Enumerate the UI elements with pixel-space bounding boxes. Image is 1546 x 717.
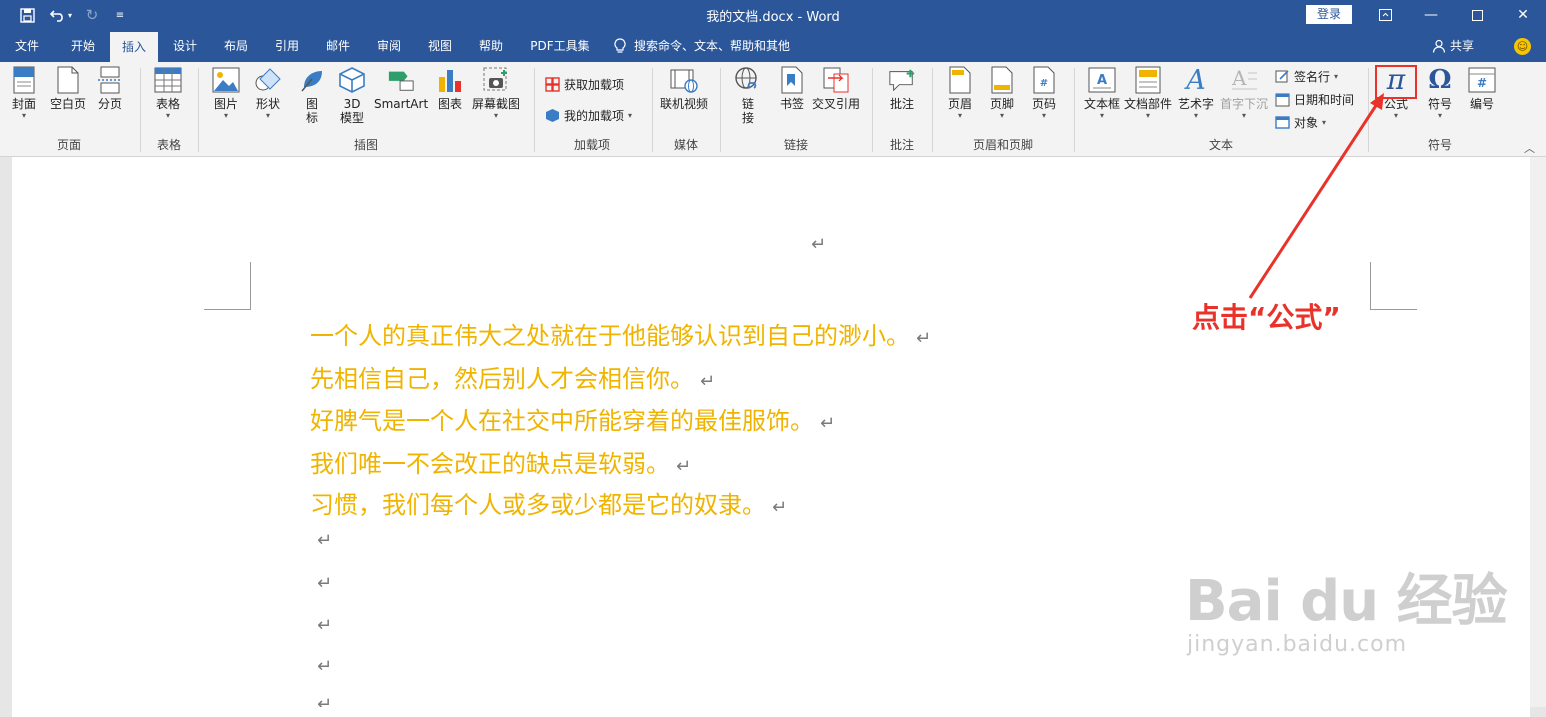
baidu-watermark: Bai du 经验 jingyan.baidu.com [1185,569,1508,658]
annotation-text: 点击“公式” [1192,301,1341,334]
watermark-brand: Bai du 经验 [1185,569,1508,634]
watermark-url: jingyan.baidu.com [1187,632,1408,657]
